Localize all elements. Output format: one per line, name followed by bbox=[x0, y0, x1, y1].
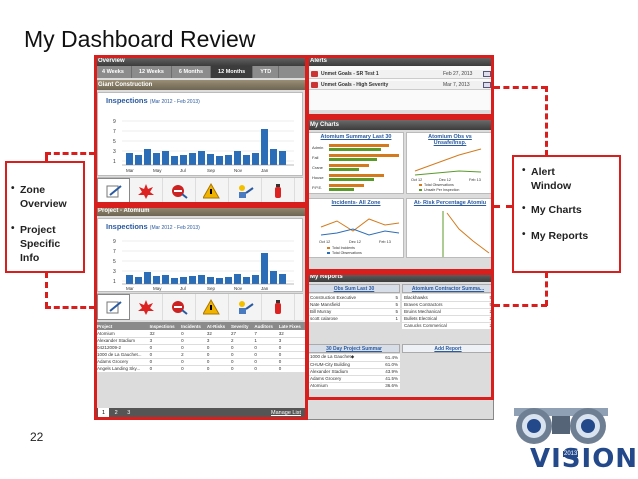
left-callout: Zone Overview Project Specific Info bbox=[5, 161, 85, 273]
connector-right-mid-h bbox=[494, 205, 512, 208]
connector-right-bottom-v bbox=[545, 272, 548, 306]
highlight-my-charts bbox=[306, 117, 494, 272]
callout-item-my-reports: My Reports bbox=[522, 228, 613, 243]
connector-right-bottom-h bbox=[494, 304, 547, 307]
right-callout: Alert Window My Charts My Reports bbox=[512, 155, 621, 273]
connector-left-upper-h bbox=[45, 152, 95, 155]
callout-item-zone-overview: Zone Overview bbox=[11, 182, 79, 211]
callout-item-project-info: Project Specific Info bbox=[11, 222, 79, 265]
callout-item-my-charts: My Charts bbox=[522, 202, 613, 217]
logo-text: VISION bbox=[530, 444, 638, 474]
logo-year: 2013 bbox=[563, 451, 579, 457]
slide-title: My Dashboard Review bbox=[24, 26, 256, 52]
highlight-alerts bbox=[306, 55, 494, 117]
connector-left-lower-v bbox=[45, 272, 48, 308]
callout-item-alert-window: Alert Window bbox=[522, 164, 578, 193]
highlight-project-info bbox=[94, 205, 308, 420]
slide-number: 22 bbox=[30, 430, 44, 444]
connector-left-lower-h bbox=[45, 306, 95, 309]
highlight-my-reports bbox=[306, 272, 494, 400]
connector-right-top-h bbox=[494, 86, 547, 89]
connector-right-top-v bbox=[545, 86, 548, 156]
highlight-zone-overview bbox=[94, 55, 308, 205]
